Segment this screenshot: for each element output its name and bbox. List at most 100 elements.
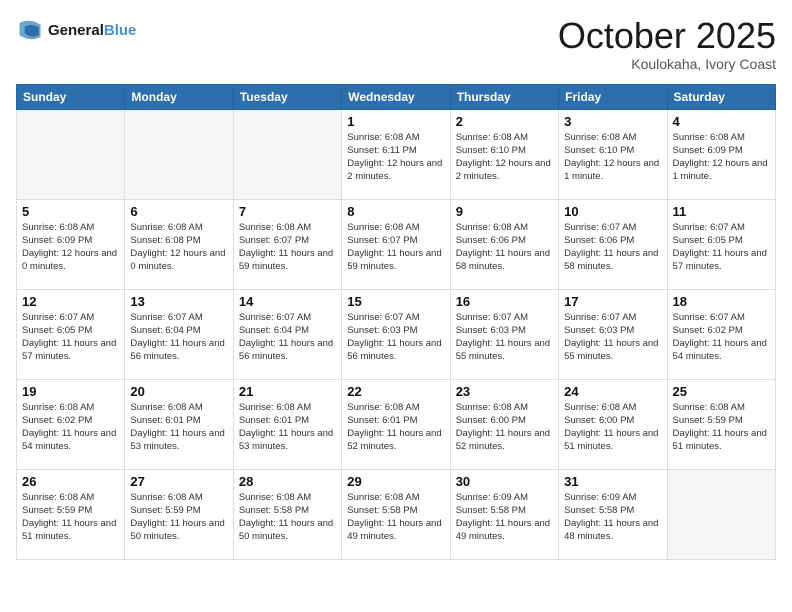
calendar-cell: 2 Sunrise: 6:08 AM Sunset: 6:10 PM Daylig…	[450, 109, 558, 199]
day-number: 20	[130, 384, 227, 399]
day-number: 31	[564, 474, 661, 489]
calendar-cell: 17 Sunrise: 6:07 AM Sunset: 6:03 PM Dayli…	[559, 289, 667, 379]
day-number: 13	[130, 294, 227, 309]
calendar-cell: 23Sunrise: 6:08 AM Sunset: 6:00 PM Dayli…	[450, 379, 558, 469]
day-number: 28	[239, 474, 336, 489]
day-number: 7	[239, 204, 336, 219]
day-info: Sunrise: 6:08 AM Sunset: 6:02 PM Dayligh…	[22, 401, 119, 454]
calendar-cell: 19 Sunrise: 6:08 AM Sunset: 6:02 PM Dayli…	[17, 379, 125, 469]
calendar-cell: 8 Sunrise: 6:08 AM Sunset: 6:07 PM Daylig…	[342, 199, 450, 289]
logo: GeneralBlue	[16, 16, 136, 44]
page-header: GeneralBlue October 2025 Koulokaha, Ivor…	[16, 16, 776, 72]
calendar-cell: 22 Sunrise: 6:08 AM Sunset: 6:01 PM Dayli…	[342, 379, 450, 469]
logo-icon	[16, 16, 44, 44]
day-info: Sunrise: 6:07 AM Sunset: 6:06 PM Dayligh…	[564, 221, 661, 274]
day-number: 18	[673, 294, 770, 309]
calendar-cell: 1 Sunrise: 6:08 AM Sunset: 6:11 PM Daylig…	[342, 109, 450, 199]
logo-text: GeneralBlue	[48, 22, 136, 39]
calendar-cell: 29 Sunrise: 6:08 AM Sunset: 5:58 PM Dayli…	[342, 469, 450, 559]
calendar-cell: 14 Sunrise: 6:07 AM Sunset: 6:04 PM Dayli…	[233, 289, 341, 379]
day-info: Sunrise: 6:07 AM Sunset: 6:03 PM Dayligh…	[564, 311, 661, 364]
calendar-cell	[233, 109, 341, 199]
day-info: Sunrise: 6:08 AM Sunset: 6:09 PM Dayligh…	[22, 221, 119, 274]
day-number: 8	[347, 204, 444, 219]
day-info: Sunrise: 6:07 AM Sunset: 6:02 PM Dayligh…	[673, 311, 770, 364]
day-number: 6	[130, 204, 227, 219]
day-number: 9	[456, 204, 553, 219]
week-row-0: 1 Sunrise: 6:08 AM Sunset: 6:11 PM Daylig…	[17, 109, 776, 199]
day-number: 10	[564, 204, 661, 219]
calendar-cell	[125, 109, 233, 199]
day-info: Sunrise: 6:08 AM Sunset: 6:01 PM Dayligh…	[347, 401, 444, 454]
calendar-cell: 11 Sunrise: 6:07 AM Sunset: 6:05 PM Dayli…	[667, 199, 775, 289]
calendar-cell: 21 Sunrise: 6:08 AM Sunset: 6:01 PM Dayli…	[233, 379, 341, 469]
day-info: Sunrise: 6:08 AM Sunset: 6:06 PM Dayligh…	[456, 221, 553, 274]
calendar-cell: 20 Sunrise: 6:08 AM Sunset: 6:01 PM Dayli…	[125, 379, 233, 469]
month-title: October 2025	[558, 16, 776, 56]
day-number: 17	[564, 294, 661, 309]
day-info: Sunrise: 6:08 AM Sunset: 6:07 PM Dayligh…	[239, 221, 336, 274]
location: Koulokaha, Ivory Coast	[558, 56, 776, 72]
calendar-cell: 15 Sunrise: 6:07 AM Sunset: 6:03 PM Dayli…	[342, 289, 450, 379]
day-number: 19	[22, 384, 119, 399]
day-number: 30	[456, 474, 553, 489]
day-info: Sunrise: 6:07 AM Sunset: 6:05 PM Dayligh…	[22, 311, 119, 364]
day-number: 5	[22, 204, 119, 219]
weekday-friday: Friday	[559, 84, 667, 109]
day-number: 26	[22, 474, 119, 489]
weekday-sunday: Sunday	[17, 84, 125, 109]
calendar-cell: 9 Sunrise: 6:08 AM Sunset: 6:06 PM Daylig…	[450, 199, 558, 289]
calendar-cell: 6Sunrise: 6:08 AM Sunset: 6:08 PM Daylig…	[125, 199, 233, 289]
calendar-cell: 12 Sunrise: 6:07 AM Sunset: 6:05 PM Dayli…	[17, 289, 125, 379]
day-info: Sunrise: 6:08 AM Sunset: 6:09 PM Dayligh…	[673, 131, 770, 184]
day-info: Sunrise: 6:08 AM Sunset: 6:10 PM Dayligh…	[456, 131, 553, 184]
calendar-cell: 3Sunrise: 6:08 AM Sunset: 6:10 PM Daylig…	[559, 109, 667, 199]
calendar-cell: 18 Sunrise: 6:07 AM Sunset: 6:02 PM Dayli…	[667, 289, 775, 379]
day-info: Sunrise: 6:08 AM Sunset: 6:00 PM Dayligh…	[564, 401, 661, 454]
day-info: Sunrise: 6:08 AM Sunset: 6:00 PM Dayligh…	[456, 401, 553, 454]
calendar-cell: 26Sunrise: 6:08 AM Sunset: 5:59 PM Dayli…	[17, 469, 125, 559]
day-number: 21	[239, 384, 336, 399]
day-info: Sunrise: 6:08 AM Sunset: 5:59 PM Dayligh…	[130, 491, 227, 544]
day-info: Sunrise: 6:08 AM Sunset: 5:58 PM Dayligh…	[347, 491, 444, 544]
week-row-1: 5 Sunrise: 6:08 AM Sunset: 6:09 PM Daylig…	[17, 199, 776, 289]
day-info: Sunrise: 6:08 AM Sunset: 6:11 PM Dayligh…	[347, 131, 444, 184]
calendar-cell: 24 Sunrise: 6:08 AM Sunset: 6:00 PM Dayli…	[559, 379, 667, 469]
day-info: Sunrise: 6:08 AM Sunset: 6:01 PM Dayligh…	[130, 401, 227, 454]
day-info: Sunrise: 6:07 AM Sunset: 6:03 PM Dayligh…	[347, 311, 444, 364]
day-info: Sunrise: 6:08 AM Sunset: 6:07 PM Dayligh…	[347, 221, 444, 274]
day-info: Sunrise: 6:08 AM Sunset: 6:10 PM Dayligh…	[564, 131, 661, 184]
day-number: 14	[239, 294, 336, 309]
week-row-3: 19 Sunrise: 6:08 AM Sunset: 6:02 PM Dayli…	[17, 379, 776, 469]
day-number: 16	[456, 294, 553, 309]
day-number: 29	[347, 474, 444, 489]
weekday-header-row: SundayMondayTuesdayWednesdayThursdayFrid…	[17, 84, 776, 109]
day-number: 15	[347, 294, 444, 309]
calendar-cell: 30Sunrise: 6:09 AM Sunset: 5:58 PM Dayli…	[450, 469, 558, 559]
weekday-saturday: Saturday	[667, 84, 775, 109]
day-number: 1	[347, 114, 444, 129]
day-number: 24	[564, 384, 661, 399]
day-number: 2	[456, 114, 553, 129]
day-number: 27	[130, 474, 227, 489]
day-number: 11	[673, 204, 770, 219]
week-row-2: 12 Sunrise: 6:07 AM Sunset: 6:05 PM Dayli…	[17, 289, 776, 379]
calendar-cell	[17, 109, 125, 199]
calendar-cell: 13Sunrise: 6:07 AM Sunset: 6:04 PM Dayli…	[125, 289, 233, 379]
weekday-wednesday: Wednesday	[342, 84, 450, 109]
weekday-monday: Monday	[125, 84, 233, 109]
calendar-cell: 27 Sunrise: 6:08 AM Sunset: 5:59 PM Dayli…	[125, 469, 233, 559]
day-number: 22	[347, 384, 444, 399]
calendar-cell: 28Sunrise: 6:08 AM Sunset: 5:58 PM Dayli…	[233, 469, 341, 559]
day-info: Sunrise: 6:08 AM Sunset: 5:59 PM Dayligh…	[673, 401, 770, 454]
day-info: Sunrise: 6:08 AM Sunset: 6:01 PM Dayligh…	[239, 401, 336, 454]
day-info: Sunrise: 6:07 AM Sunset: 6:04 PM Dayligh…	[239, 311, 336, 364]
day-number: 12	[22, 294, 119, 309]
day-info: Sunrise: 6:07 AM Sunset: 6:05 PM Dayligh…	[673, 221, 770, 274]
calendar-table: SundayMondayTuesdayWednesdayThursdayFrid…	[16, 84, 776, 560]
calendar-cell: 10 Sunrise: 6:07 AM Sunset: 6:06 PM Dayli…	[559, 199, 667, 289]
weekday-thursday: Thursday	[450, 84, 558, 109]
calendar-body: 1 Sunrise: 6:08 AM Sunset: 6:11 PM Daylig…	[17, 109, 776, 559]
calendar-cell: 4Sunrise: 6:08 AM Sunset: 6:09 PM Daylig…	[667, 109, 775, 199]
title-area: October 2025 Koulokaha, Ivory Coast	[558, 16, 776, 72]
